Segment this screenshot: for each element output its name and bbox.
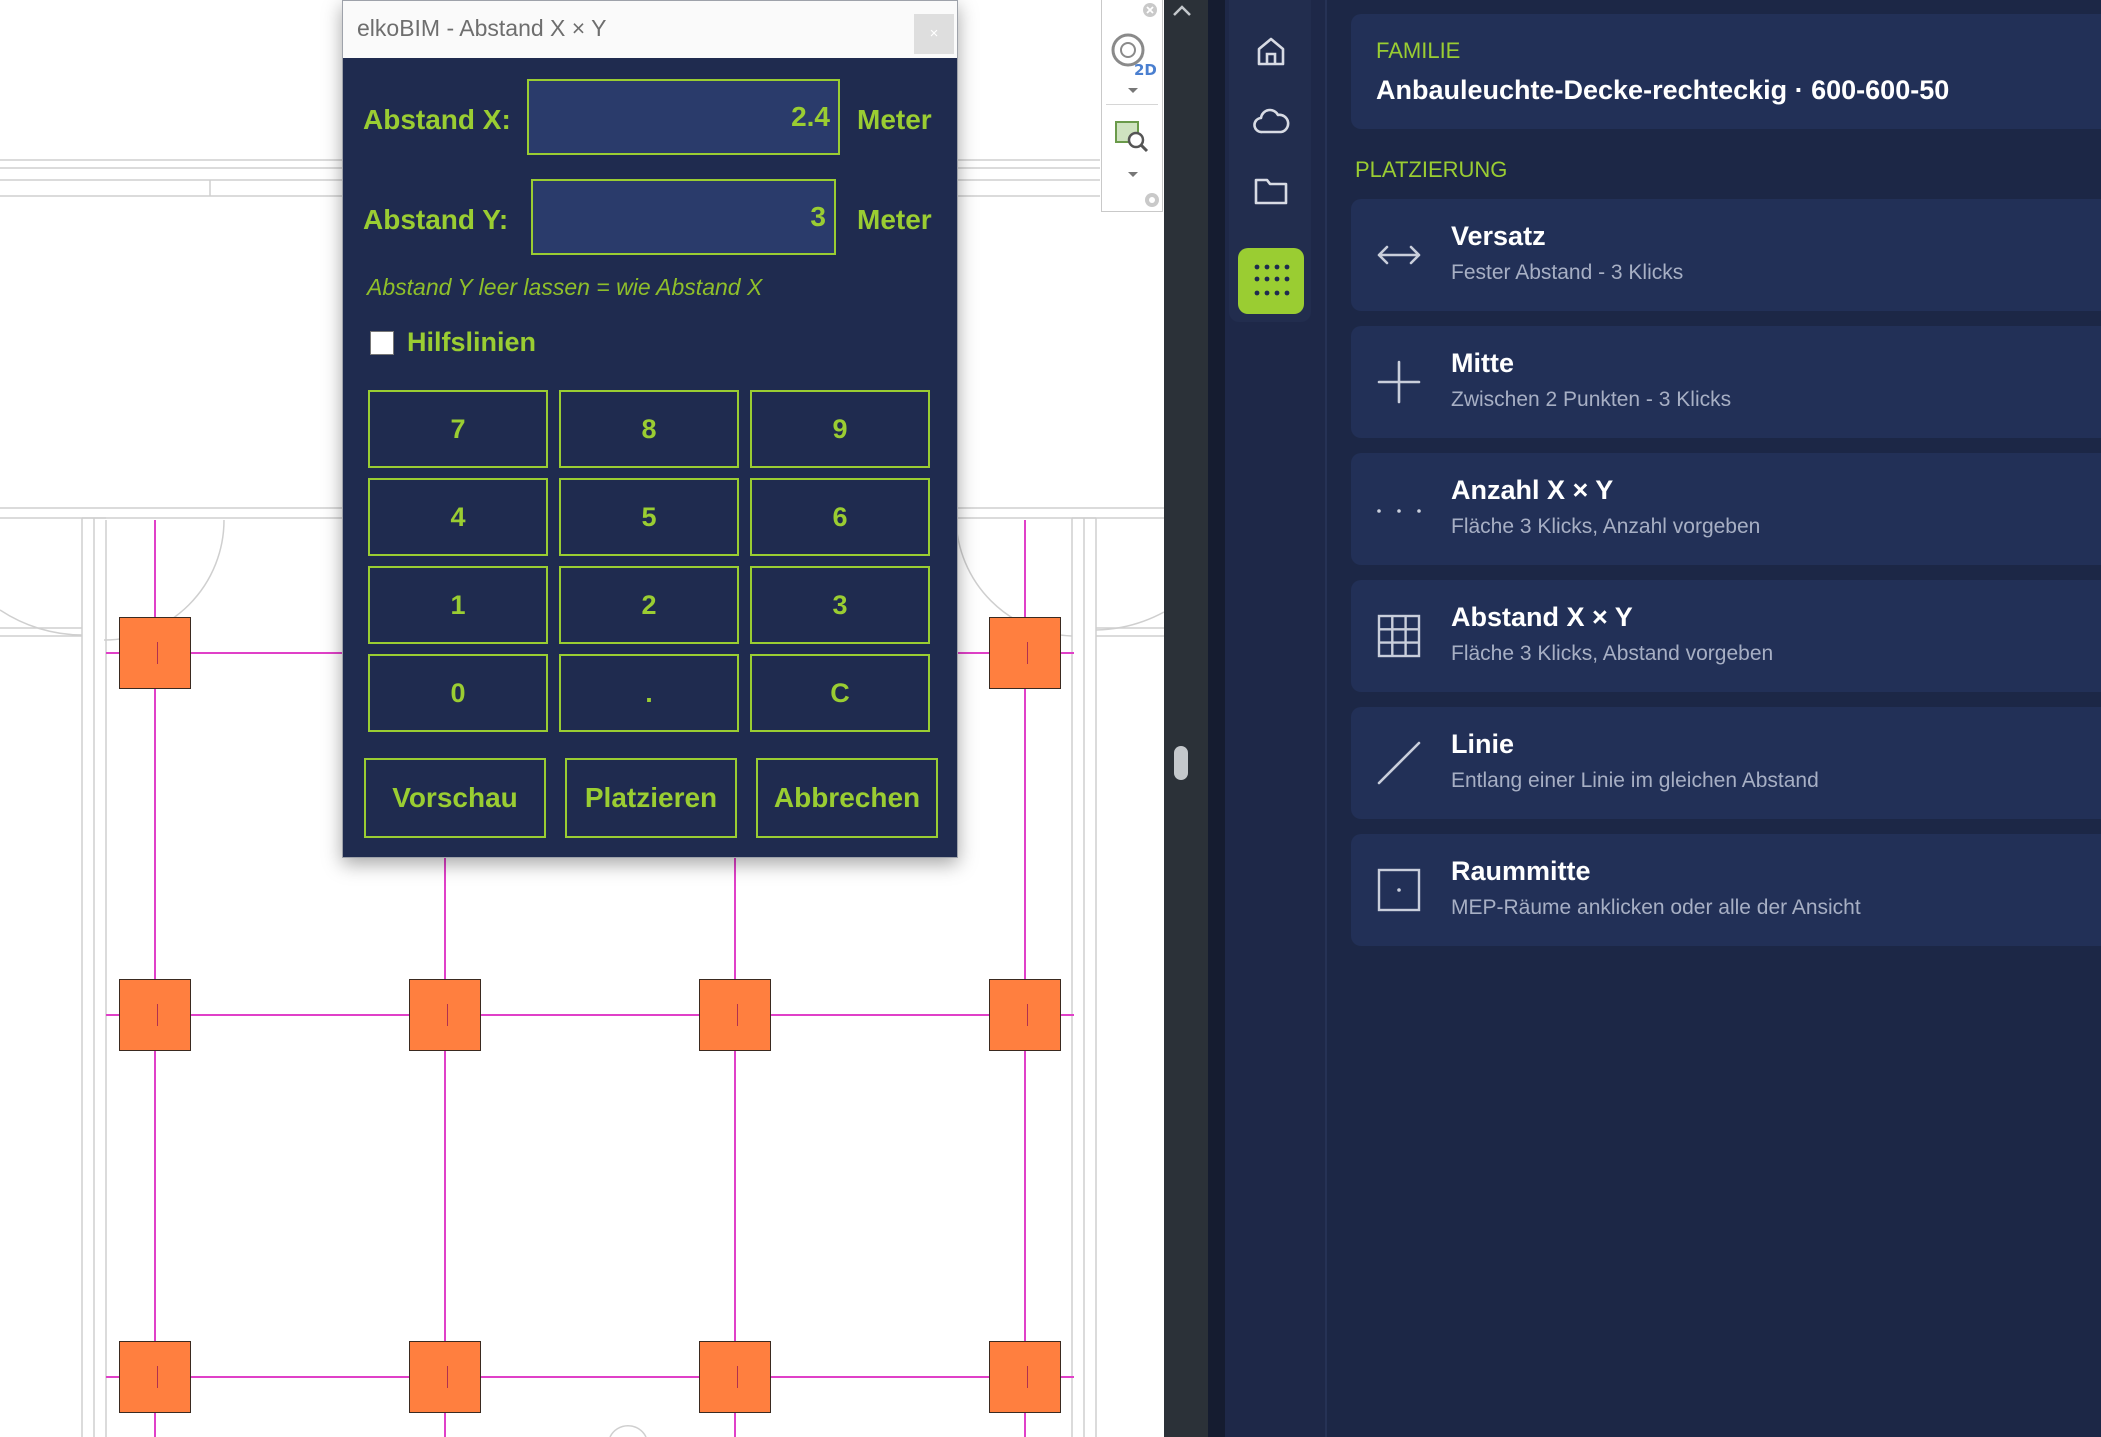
light-fixture[interactable]	[989, 617, 1061, 689]
light-fixture[interactable]	[989, 1341, 1061, 1413]
abstand-y-label: Abstand Y:	[363, 204, 509, 235]
close-button[interactable]: ×	[914, 14, 954, 54]
hilfslinien-label[interactable]: Hilfslinien	[407, 327, 536, 358]
light-fixture[interactable]	[699, 979, 771, 1051]
dialog-titlebar[interactable]: elkoBIM - Abstand X × Y ×	[343, 1, 957, 58]
steering-wheel-2d-icon[interactable]: 2D	[1108, 28, 1156, 78]
abstand-dialog: elkoBIM - Abstand X × Y × Abstand X: Met…	[342, 0, 958, 858]
guide-line-row-2	[106, 1014, 1074, 1016]
hilfslinien-checkbox[interactable]	[370, 331, 394, 355]
mode-subtitle: Fester Abstand - 3 Klicks	[1451, 261, 1684, 284]
abstand-y-unit: Meter	[857, 204, 932, 235]
abstand-x-label: Abstand X:	[363, 104, 511, 135]
rail-home-button[interactable]	[1238, 18, 1304, 84]
mode-subtitle: Zwischen 2 Punkten - 3 Klicks	[1451, 388, 1732, 411]
diagonal-line-icon	[1377, 741, 1421, 785]
keypad-key-decimal[interactable]: .	[559, 654, 739, 732]
mode-card-mitte[interactable]: Mitte Zwischen 2 Punkten - 3 Klicks	[1351, 326, 2101, 438]
light-fixture[interactable]	[119, 617, 191, 689]
abstand-x-input[interactable]	[527, 79, 840, 155]
light-fixture[interactable]	[699, 1341, 771, 1413]
panel-border	[1325, 0, 1327, 1437]
keypad-key-9[interactable]: 9	[750, 390, 930, 468]
guide-line-row-3	[106, 1376, 1074, 1378]
mode-card-raummitte[interactable]: Raummitte MEP-Räume anklicken oder alle …	[1351, 834, 2101, 946]
chevron-down-icon[interactable]	[1126, 170, 1140, 180]
rail-button-group	[1229, 0, 1311, 322]
grid-icon	[1377, 614, 1421, 658]
mode-card-anzahl[interactable]: Anzahl X × Y Fläche 3 Klicks, Anzahl vor…	[1351, 453, 2101, 565]
light-fixture[interactable]	[409, 1341, 481, 1413]
light-fixture[interactable]	[119, 979, 191, 1051]
mode-card-linie[interactable]: Linie Entlang einer Linie im gleichen Ab…	[1351, 707, 2101, 819]
plus-icon	[1377, 360, 1421, 404]
rail-folder-button[interactable]	[1238, 158, 1304, 224]
light-fixture[interactable]	[989, 979, 1061, 1051]
grid-dots-icon	[1254, 264, 1290, 296]
light-fixture[interactable]	[409, 979, 481, 1051]
icon-rail	[1225, 0, 1325, 1437]
abstand-y-input[interactable]	[531, 179, 836, 255]
mode-subtitle: Entlang einer Linie im gleichen Abstand	[1451, 769, 1819, 792]
dots-icon	[1377, 509, 1421, 513]
zoom-region-icon[interactable]	[1114, 118, 1150, 154]
mode-title: Anzahl X × Y	[1451, 475, 1614, 505]
cloud-icon	[1253, 108, 1290, 134]
cancel-button[interactable]: Abbrechen	[756, 758, 938, 838]
rail-cloud-button[interactable]	[1238, 88, 1304, 154]
light-fixture[interactable]	[119, 1341, 191, 1413]
mode-title: Linie	[1451, 729, 1515, 759]
family-value: Anbauleuchte-Decke-rechteckig · 600-600-…	[1376, 75, 1950, 105]
placement-panel: FAMILIE Anbauleuchte-Decke-rechteckig · …	[1325, 0, 2101, 1437]
hint-text: Abstand Y leer lassen = wie Abstand X	[367, 274, 763, 300]
placement-heading: PLATZIERUNG	[1355, 157, 1508, 182]
mode-subtitle: MEP-Räume anklicken oder alle der Ansich…	[1451, 896, 1861, 919]
rail-placement-button[interactable]	[1238, 248, 1304, 314]
svg-text:2D: 2D	[1134, 61, 1156, 78]
keypad-key-8[interactable]: 8	[559, 390, 739, 468]
keypad-key-2[interactable]: 2	[559, 566, 739, 644]
family-card[interactable]	[1351, 14, 2101, 129]
dialog-title: elkoBIM - Abstand X × Y	[357, 15, 607, 41]
mode-card-abstand[interactable]: Abstand X × Y Fläche 3 Klicks, Abstand v…	[1351, 580, 2101, 692]
chevron-down-icon[interactable]	[1126, 86, 1140, 96]
view-navigation-bar: 2D	[1101, 0, 1163, 212]
scrollbar-thumb[interactable]	[1174, 746, 1188, 780]
mode-subtitle: Fläche 3 Klicks, Anzahl vorgeben	[1451, 515, 1761, 538]
square-dot-icon	[1377, 868, 1421, 912]
keypad-key-clear[interactable]: C	[750, 654, 930, 732]
mode-title: Abstand X × Y	[1451, 602, 1633, 632]
keypad-key-3[interactable]: 3	[750, 566, 930, 644]
keypad-key-4[interactable]: 4	[368, 478, 548, 556]
mode-title: Mitte	[1451, 348, 1514, 378]
keypad-key-1[interactable]: 1	[368, 566, 548, 644]
settings-small-icon[interactable]	[1144, 192, 1160, 208]
double-arrow-icon	[1377, 245, 1421, 265]
scroll-up-arrow-icon[interactable]	[1171, 4, 1193, 18]
mode-title: Raummitte	[1451, 856, 1591, 886]
mode-card-versatz[interactable]: Versatz Fester Abstand - 3 Klicks	[1351, 199, 2101, 311]
preview-button[interactable]: Vorschau	[364, 758, 546, 838]
keypad-key-6[interactable]: 6	[750, 478, 930, 556]
home-icon	[1257, 37, 1285, 66]
panel-edge	[1208, 0, 1225, 1437]
keypad-key-0[interactable]: 0	[368, 654, 548, 732]
family-heading: FAMILIE	[1376, 38, 1461, 63]
folder-icon	[1254, 178, 1288, 205]
mode-subtitle: Fläche 3 Klicks, Abstand vorgeben	[1451, 642, 1774, 665]
keypad-key-5[interactable]: 5	[559, 478, 739, 556]
pane-divider	[1164, 0, 1208, 1437]
abstand-x-unit: Meter	[857, 104, 932, 135]
mode-title: Versatz	[1451, 221, 1546, 251]
place-button[interactable]: Platzieren	[565, 758, 737, 838]
close-small-icon[interactable]	[1142, 2, 1158, 18]
keypad-key-7[interactable]: 7	[368, 390, 548, 468]
